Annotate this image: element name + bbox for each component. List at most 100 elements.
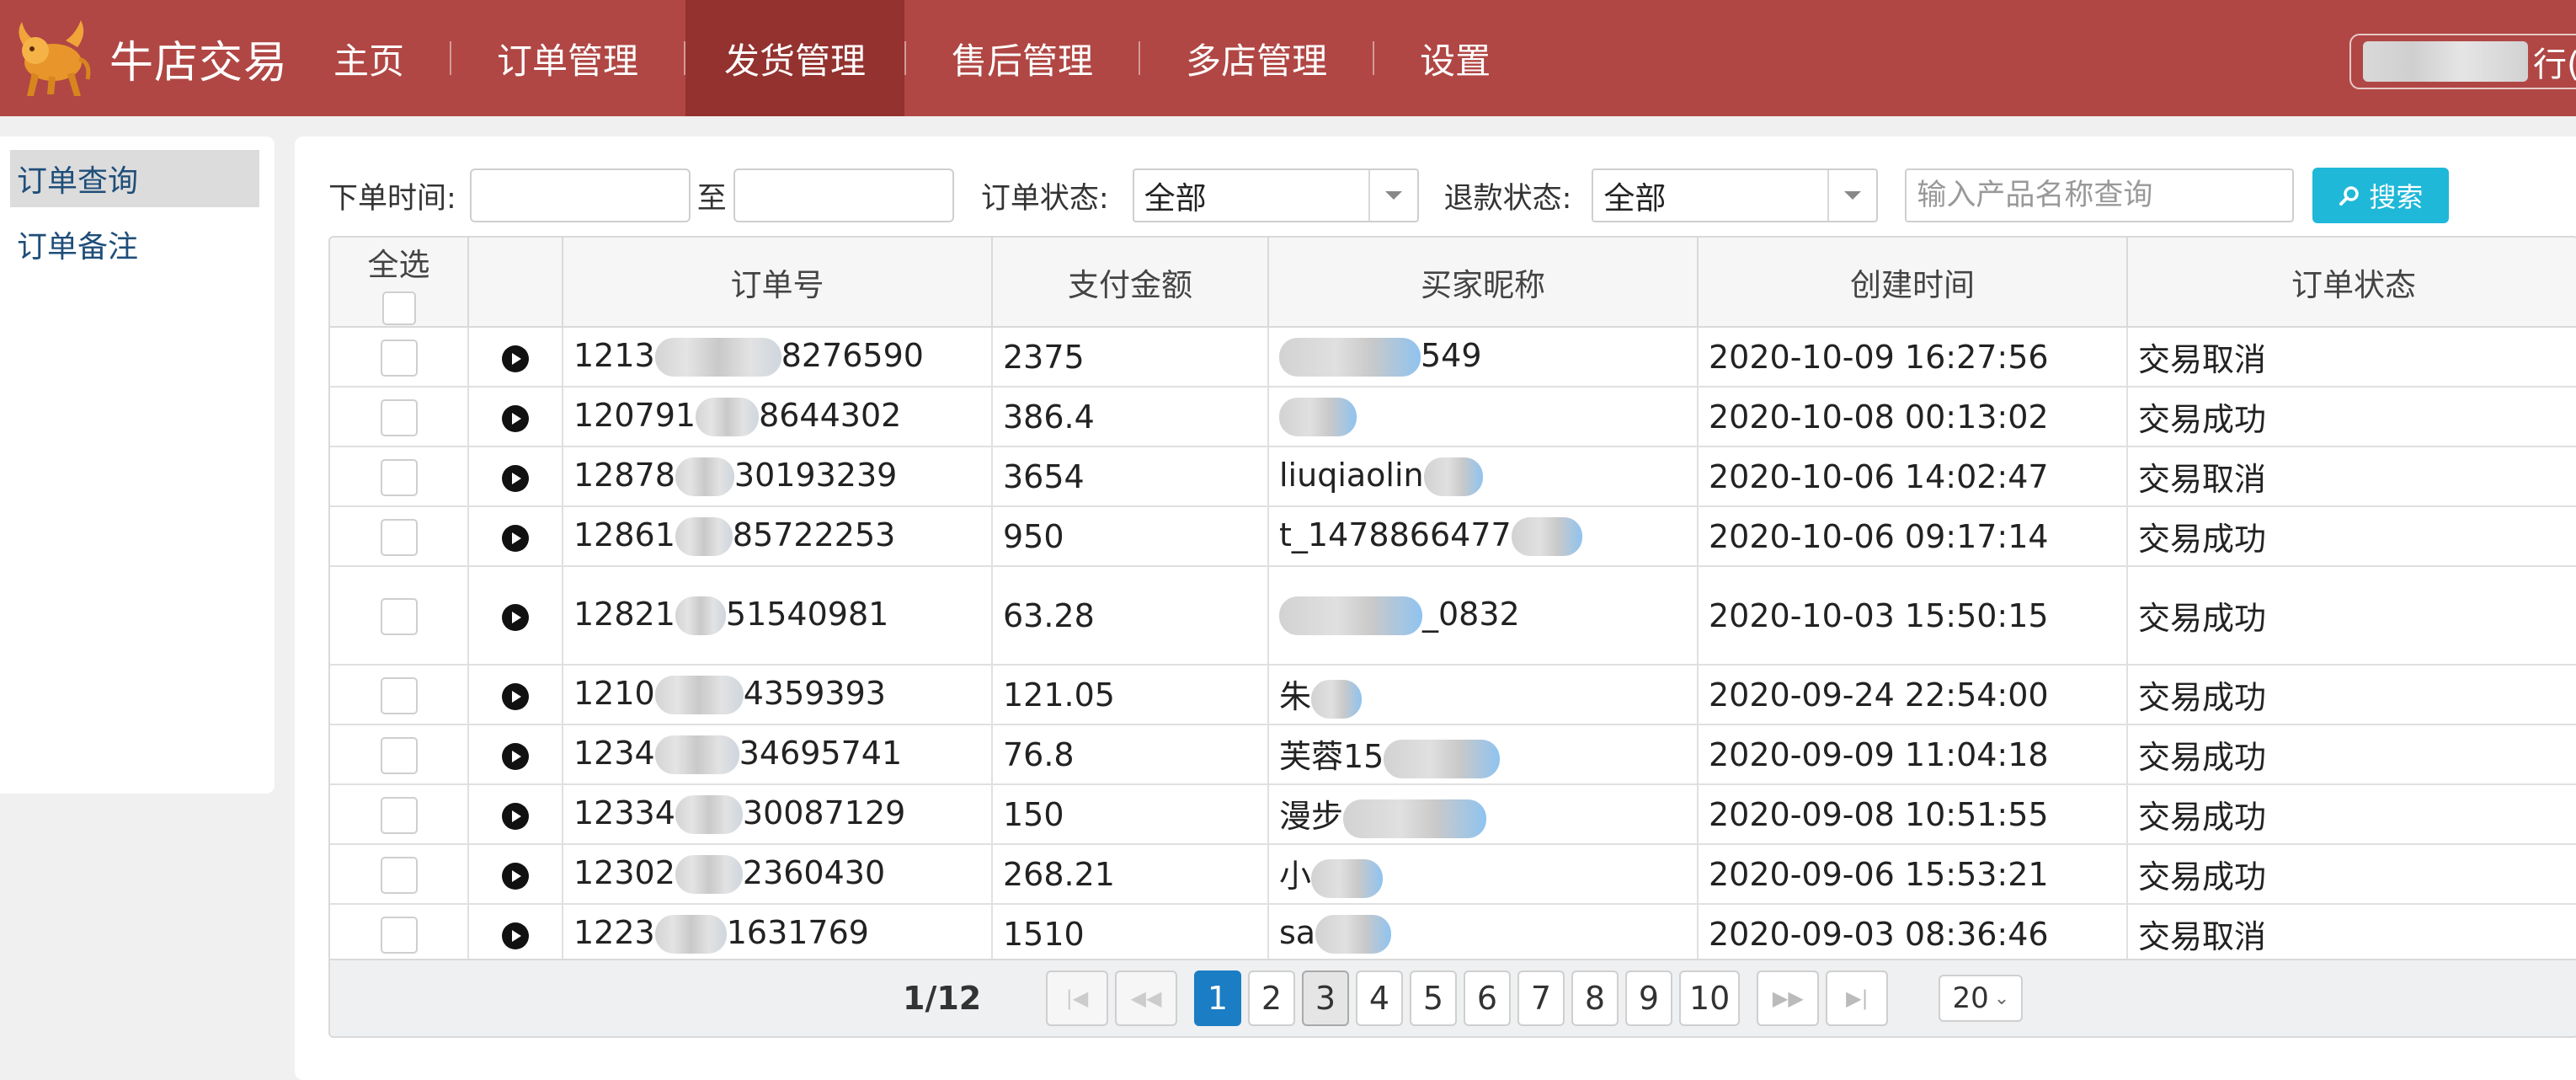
created-time-cell: 2020-09-24 22:54:00 [1698,665,2128,725]
expand-row-icon[interactable] [500,861,531,891]
table-row[interactable]: 1210 4359393 121.05 朱 2020-09-24 22:54:00… [330,665,2576,725]
buyer-prefix: 漫步 [1279,798,1344,836]
row-expand-cell [468,506,563,567]
redacted-blur [1384,739,1501,778]
filter-bar: 下单时间: 至 订单状态: 全部 退款状态: 全部 搜索 [328,168,2576,223]
table-row[interactable]: 12878 30193239 3654 liuqiaolin 2020-10-06… [330,446,2576,507]
page-3-button[interactable]: 3 [1302,970,1349,1026]
expand-row-icon[interactable] [500,801,531,831]
column-header-order-no[interactable]: 订单号 [563,238,993,328]
main-panel: 下单时间: 至 订单状态: 全部 退款状态: 全部 搜索 [295,136,2576,1080]
table-row[interactable]: 12861 85722253 950 t_1478866477 2020-10-0… [330,506,2576,567]
logo[interactable]: 牛店交易 [0,0,303,116]
search-button[interactable]: 搜索 [2312,168,2450,223]
expand-row-icon[interactable] [500,741,531,772]
table-row[interactable]: 1213 8276590 2375 549 2020-10-09 16:27:56… [330,327,2576,388]
table-row[interactable]: 1234 34695741 76.8 芙蓉15 2020-09-09 11:04:… [330,724,2576,785]
expand-row-icon[interactable] [500,682,531,712]
row-checkbox[interactable] [380,518,418,556]
product-search-input[interactable] [1905,168,2295,222]
first-page-icon: |◀ [1065,986,1089,1010]
buyer-cell: 朱 [1268,665,1699,725]
page-2-button[interactable]: 2 [1248,970,1295,1026]
refund-status-label: 退款状态: [1443,181,1572,216]
row-select-cell [330,784,469,845]
order-number-suffix: 30193239 [733,456,898,494]
table-row[interactable]: 120791 8644302 386.4 2020-10-08 00:13:02 … [330,387,2576,447]
order-status-label: 订单状态: [980,181,1109,216]
page-10-button[interactable]: 10 [1679,970,1741,1026]
row-checkbox[interactable] [380,339,418,377]
next-page-button[interactable]: ▶▶ [1757,970,1820,1026]
column-header-status[interactable]: 订单状态 [2127,238,2576,328]
page-6-button[interactable]: 6 [1464,970,1511,1026]
page-8-button[interactable]: 8 [1571,970,1619,1026]
sidebar-item-order-notes[interactable]: 订单备注 [10,216,259,273]
order-status-cell: 交易成功 [2127,506,2576,567]
order-number-cell: 1213 8276590 [563,327,993,388]
created-time-cell: 2020-09-08 10:51:55 [1698,784,2128,845]
expand-column-header [468,238,563,328]
created-time-cell: 2020-10-08 00:13:02 [1698,387,2128,447]
nav-multi-store[interactable]: 多店管理 [1140,0,1373,116]
nav-shipping-management[interactable]: 发货管理 [685,0,905,116]
page-9-button[interactable]: 9 [1625,970,1672,1026]
row-select-cell [330,446,469,507]
page-4-button[interactable]: 4 [1356,970,1403,1026]
first-page-button[interactable]: |◀ [1046,970,1108,1026]
nav-after-sales[interactable]: 售后管理 [906,0,1139,116]
row-checkbox[interactable] [380,398,418,436]
expand-row-icon[interactable] [500,921,531,951]
page-7-button[interactable]: 7 [1517,970,1565,1026]
order-status-select[interactable]: 全部 [1132,168,1419,222]
row-checkbox[interactable] [380,736,418,774]
order-time-start-input[interactable] [469,168,691,222]
row-checkbox[interactable] [380,676,418,714]
order-time-end-input[interactable] [733,168,954,222]
column-header-buyer[interactable]: 买家昵称 [1268,238,1699,328]
redacted-blur [675,457,734,497]
buyer-cell: 芙蓉15 [1268,724,1699,785]
row-select-cell [330,665,469,725]
row-checkbox[interactable] [380,597,418,635]
user-name-redacted [2363,41,2528,82]
row-checkbox[interactable] [380,916,418,954]
prev-page-button[interactable]: ◀◀ [1115,970,1177,1026]
user-account-button[interactable]: 行( [2349,34,2576,89]
order-number-cell: 12861 85722253 [563,506,993,567]
column-header-amount[interactable]: 支付金额 [992,238,1269,328]
expand-row-icon[interactable] [500,404,531,434]
page-5-button[interactable]: 5 [1410,970,1457,1026]
expand-row-icon[interactable] [500,602,531,633]
page-numbers: 1 2 3 4 5 6 7 8 9 10 [1194,970,1741,1026]
row-checkbox[interactable] [380,856,418,894]
expand-row-icon[interactable] [500,523,531,553]
last-page-button[interactable]: ▶| [1826,970,1889,1026]
amount-cell: 268.21 [992,844,1269,905]
page-1-button[interactable]: 1 [1194,970,1241,1026]
expand-row-icon[interactable] [500,344,531,374]
amount-cell: 3654 [992,446,1269,507]
buyer-cell: t_1478866477 [1268,506,1699,567]
redacted-blur [1311,679,1363,719]
row-checkbox[interactable] [380,796,418,834]
row-checkbox[interactable] [380,458,418,496]
row-select-cell [330,566,469,666]
chevron-down-icon [1368,170,1417,221]
sidebar-item-order-query[interactable]: 订单查询 [10,150,259,207]
nav-settings[interactable]: 设置 [1374,0,1536,116]
table-row[interactable]: 12334 30087129 150 漫步 2020-09-08 10:51:55… [330,784,2576,845]
table-row[interactable]: 1223 1631769 1510 sa 2020-09-03 08:36:46 … [330,904,2576,965]
table-row[interactable]: 12302 2360430 268.21 小 2020-09-06 15:53:2… [330,844,2576,905]
refund-status-select[interactable]: 全部 [1592,168,1879,222]
select-all-checkbox[interactable] [381,291,416,325]
nav-order-management[interactable]: 订单管理 [451,0,684,116]
expand-row-icon[interactable] [500,463,531,494]
column-header-created[interactable]: 创建时间 [1698,238,2128,328]
page-size-select[interactable]: 20 ⌄ [1939,975,2024,1022]
row-expand-cell [468,904,563,965]
order-number-prefix: 12861 [573,516,675,553]
table-row[interactable]: 12821 51540981 63.28 _0832 2020-10-03 15:… [330,566,2576,666]
order-number-cell: 12878 30193239 [563,446,993,507]
nav-home[interactable]: 主页 [317,0,450,116]
